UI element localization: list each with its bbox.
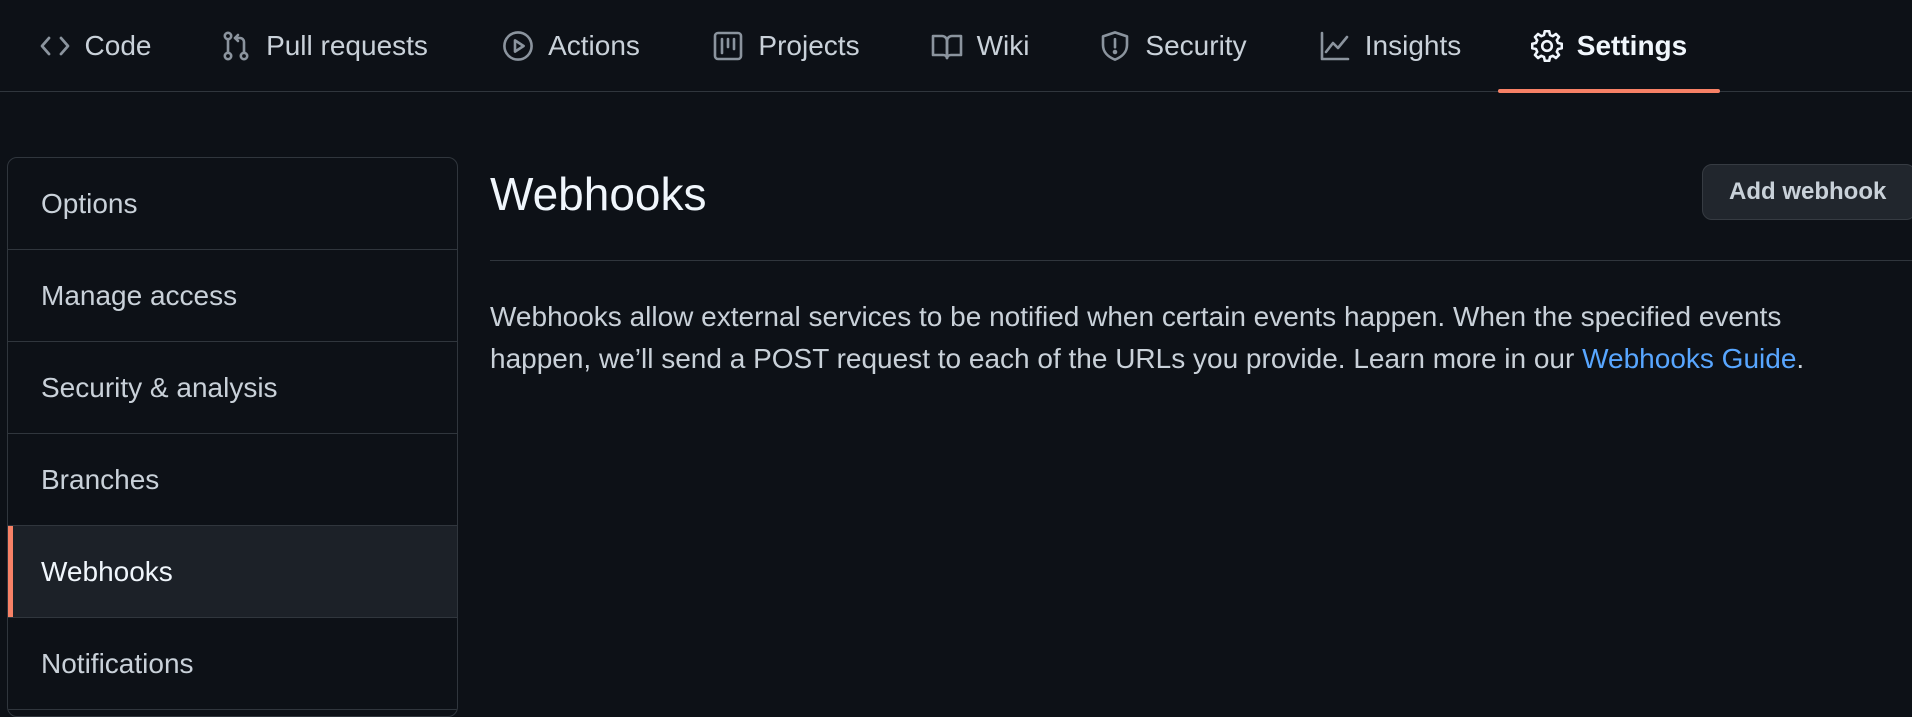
tab-security[interactable]: Security [1096,0,1250,92]
divider [490,260,1912,261]
sidebar-item-security-analysis[interactable]: Security & analysis [8,342,457,434]
add-webhook-button[interactable]: Add webhook [1702,164,1912,220]
sidebar-item-manage-access[interactable]: Manage access [8,250,457,342]
repo-tab-bar: Code Pull requests Actions Projects Wiki… [0,0,1912,93]
sidebar-item-label: Security & analysis [41,371,278,403]
project-icon [712,30,744,62]
sidebar-item-webhooks[interactable]: Webhooks [8,526,457,618]
description-suffix: . [1796,343,1805,374]
tab-label: Projects [758,30,860,61]
tab-pull-requests[interactable]: Pull requests [216,0,432,92]
page-title: Webhooks [490,168,707,220]
graph-icon [1319,30,1351,62]
book-icon [931,30,963,62]
settings-sidebar: Options Manage access Security & analysi… [7,157,458,717]
sidebar-item-label: Notifications [41,647,194,679]
tab-label: Wiki [976,30,1030,61]
tab-actions[interactable]: Actions [498,0,644,92]
tab-label: Actions [548,30,640,61]
play-icon [502,30,534,62]
tab-settings[interactable]: Settings [1498,0,1720,93]
pull-request-icon [220,30,252,62]
tab-label: Settings [1576,30,1688,61]
sidebar-item-label: Branches [41,463,160,495]
tab-insights[interactable]: Insights [1316,0,1464,92]
tab-wiki[interactable]: Wiki [928,0,1032,92]
description-line-2: happen, we’ll send a POST request to eac… [490,343,1583,374]
webhooks-description: Webhooks allow external services to be n… [490,296,1890,380]
sidebar-item-branches[interactable]: Branches [8,434,457,526]
sidebar-item-options[interactable]: Options [8,158,457,250]
tab-projects[interactable]: Projects [708,0,864,92]
tab-code[interactable]: Code [36,0,154,92]
tab-label: Pull requests [266,30,428,61]
code-icon [39,30,71,62]
tab-label: Insights [1364,30,1462,61]
tab-label: Code [84,30,152,61]
gear-icon [1530,30,1563,62]
sidebar-item-label: Manage access [41,279,238,311]
webhooks-guide-link[interactable]: Webhooks Guide [1582,343,1796,374]
shield-icon [1099,30,1131,62]
sidebar-item-label: Webhooks [41,555,173,587]
description-line-1: Webhooks allow external services to be n… [490,301,1782,332]
tab-label: Security [1145,30,1247,61]
sidebar-item-label: Options [41,187,138,219]
sidebar-item-notifications[interactable]: Notifications [8,618,457,710]
